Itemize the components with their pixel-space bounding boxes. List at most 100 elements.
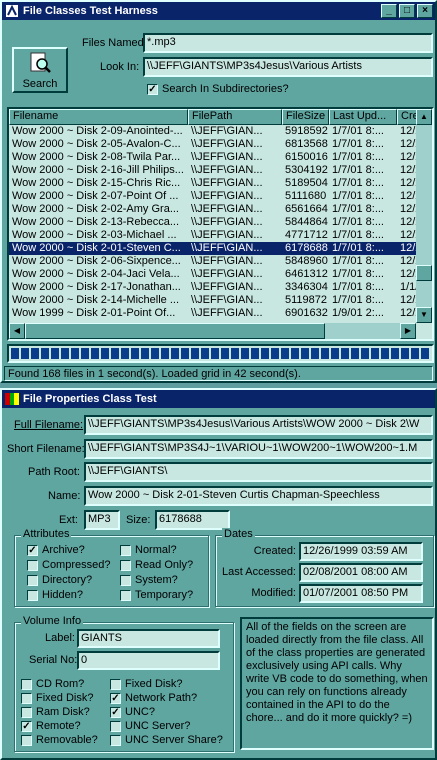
scroll-down-button[interactable]: ▼: [416, 307, 432, 323]
checkbox-box[interactable]: ✓: [110, 692, 121, 704]
file-properties-window: File Properties Class Test Full Filename…: [0, 388, 437, 760]
col-filepath[interactable]: FilePath: [188, 109, 282, 125]
table-row[interactable]: Wow 2000 ~ Disk 2-15-Chris Ric... \\JEFF\…: [9, 177, 432, 190]
checkbox-box[interactable]: ✓: [21, 720, 32, 732]
table-row[interactable]: Wow 2000 ~ Disk 2-14-Michelle ... \\JEFF\…: [9, 294, 432, 307]
checkbox-box[interactable]: ✓: [110, 706, 121, 718]
scroll-left-button[interactable]: ◀: [9, 323, 25, 339]
attr-system-checkbox[interactable]: System?: [120, 574, 178, 586]
checkbox-box[interactable]: [120, 574, 131, 586]
path-root-field[interactable]: \\JEFF\GIANTS\: [84, 462, 433, 482]
checkbox-box[interactable]: ✓: [27, 544, 38, 556]
window2-titlebar[interactable]: File Properties Class Test: [2, 390, 435, 408]
grid-header: Filename FilePath FileSize Last Upd... C…: [9, 109, 432, 125]
search-icon: [28, 51, 52, 78]
scroll-right-button[interactable]: ▶: [400, 323, 416, 339]
table-row[interactable]: Wow 2000 ~ Disk 2-04-Jaci Vela... \\JEFF\…: [9, 268, 432, 281]
cell-filesize: 5189504: [285, 177, 328, 189]
table-row[interactable]: Wow 2000 ~ Disk 2-08-Twila Par... \\JEFF\…: [9, 151, 432, 164]
full-filename-field[interactable]: \\JEFF\GIANTS\MP3s4Jesus\Various Artists…: [84, 415, 433, 435]
search-subdirs-checkbox[interactable]: ✓ Search In Subdirectories?: [147, 83, 289, 95]
vol-network-path-checkbox[interactable]: ✓ Network Path?: [110, 692, 197, 704]
created-field[interactable]: 12/26/1999 03:59 AM: [299, 542, 423, 561]
info-memo[interactable]: All of the fields on the screen are load…: [240, 617, 434, 750]
cell-last-updated: 1/7/01 8:...: [332, 164, 384, 176]
table-row[interactable]: Wow 2000 ~ Disk 2-05-Avalon-C... \\JEFF\G…: [9, 138, 432, 151]
cell-filepath: \\JEFF\GIAN...: [191, 294, 263, 306]
dates-group-label: Dates: [222, 528, 255, 540]
name-field[interactable]: Wow 2000 ~ Disk 2-01-Steven Curtis Chapm…: [84, 486, 433, 506]
volume-label-field[interactable]: GIANTS: [77, 629, 220, 648]
col-filename[interactable]: Filename: [9, 109, 188, 125]
checkbox-label: Ram Disk?: [36, 706, 90, 718]
checkbox-box[interactable]: [110, 720, 121, 732]
scroll-thumb[interactable]: [416, 265, 432, 281]
ext-field[interactable]: MP3: [84, 510, 120, 530]
checkbox-box[interactable]: [21, 692, 32, 704]
vol-remote-checkbox[interactable]: ✓ Remote?: [21, 720, 81, 732]
checkbox-box[interactable]: [120, 544, 131, 556]
col-filesize[interactable]: FileSize: [282, 109, 329, 125]
table-row[interactable]: Wow 2000 ~ Disk 2-03-Michael ... \\JEFF\G…: [9, 229, 432, 242]
vol-unc-server-checkbox[interactable]: UNC Server?: [110, 720, 190, 732]
checkbox-box[interactable]: [27, 574, 38, 586]
cell-last-updated: 1/9/01 2:...: [332, 307, 384, 319]
name-label: Name:: [48, 490, 81, 502]
scroll-up-button[interactable]: ▲: [416, 109, 432, 125]
table-row[interactable]: Wow 2000 ~ Disk 2-13-Rebecca... \\JEFF\GI…: [9, 216, 432, 229]
checkbox-box[interactable]: [27, 559, 38, 571]
table-row[interactable]: Wow 2000 ~ Disk 2-09-Anointed-... \\JEFF\…: [9, 125, 432, 138]
files-grid[interactable]: Filename FilePath FileSize Last Upd... C…: [7, 107, 434, 341]
vol-fixed-disk-checkbox[interactable]: Fixed Disk?: [21, 692, 93, 704]
checkbox-box[interactable]: [21, 678, 32, 690]
cell-last-updated: 1/7/01 8:...: [332, 229, 384, 241]
table-row[interactable]: Wow 2000 ~ Disk 2-07-Point Of ... \\JEFF\…: [9, 190, 432, 203]
grid-horizontal-scrollbar[interactable]: ◀ ▶: [9, 323, 416, 339]
checkbox-box[interactable]: [21, 706, 32, 718]
checkbox-box[interactable]: [120, 559, 131, 571]
vol-cd-rom-checkbox[interactable]: CD Rom?: [21, 678, 84, 690]
vol-unc-checkbox[interactable]: ✓ UNC?: [110, 706, 155, 718]
checkbox-box[interactable]: [21, 734, 32, 746]
table-row[interactable]: Wow 1999 ~ Disk 2-01-Point Of... \\JEFF\G…: [9, 307, 432, 320]
serial-no-field[interactable]: 0: [77, 651, 220, 670]
search-button[interactable]: Search: [12, 47, 68, 93]
attr-normal-checkbox[interactable]: Normal?: [120, 544, 177, 556]
close-button[interactable]: ×: [417, 4, 433, 18]
status-bar: Found 168 files in 1 second(s). Loaded g…: [4, 366, 433, 381]
col-last-updated[interactable]: Last Upd...: [329, 109, 397, 125]
checkbox-box[interactable]: [27, 589, 38, 601]
attr-temporary-checkbox[interactable]: Temporary?: [120, 589, 193, 601]
checkbox-box[interactable]: [110, 734, 121, 746]
vol-removable-checkbox[interactable]: Removable?: [21, 734, 98, 746]
checkbox-box[interactable]: [110, 678, 121, 690]
table-row[interactable]: Wow 2000 ~ Disk 2-01-Steven C... \\JEFF\G…: [9, 242, 432, 255]
modified-field[interactable]: 01/07/2001 08:50 PM: [299, 584, 423, 603]
table-row[interactable]: Wow 2000 ~ Disk 2-02-Amy Gra... \\JEFF\GI…: [9, 203, 432, 216]
vol-ram-disk-checkbox[interactable]: Ram Disk?: [21, 706, 90, 718]
grid-vertical-scrollbar[interactable]: ▲ ▼: [416, 109, 432, 323]
vol-unc-server-share-checkbox[interactable]: UNC Server Share?: [110, 734, 223, 746]
attr-compressed-checkbox[interactable]: Compressed?: [27, 559, 110, 571]
attr-read-only-checkbox[interactable]: Read Only?: [120, 559, 193, 571]
attr-archive-checkbox[interactable]: ✓ Archive?: [27, 544, 85, 556]
window1-titlebar[interactable]: File Classes Test Harness _ □ ×: [2, 2, 435, 20]
table-row[interactable]: Wow 2000 ~ Disk 2-06-Sixpence... \\JEFF\G…: [9, 255, 432, 268]
short-filename-field[interactable]: \\JEFF\GIANTS\MP3S4J~1\VARIOU~1\WOW200~1…: [84, 439, 433, 459]
size-field[interactable]: 6178688: [155, 510, 230, 530]
files-named-input[interactable]: *.mp3: [143, 33, 433, 53]
last-accessed-field[interactable]: 02/08/2001 08:00 AM: [299, 563, 423, 582]
cell-filesize: 5119872: [285, 294, 328, 306]
checkbox-box[interactable]: [120, 589, 131, 601]
table-row[interactable]: Wow 2000 ~ Disk 2-16-Jill Philips... \\JE…: [9, 164, 432, 177]
table-row[interactable]: Wow 2000 ~ Disk 2-17-Jonathan... \\JEFF\G…: [9, 281, 432, 294]
attr-hidden-checkbox[interactable]: Hidden?: [27, 589, 83, 601]
minimize-button[interactable]: _: [381, 4, 397, 18]
hscroll-thumb[interactable]: [25, 323, 325, 339]
search-subdirs-box[interactable]: ✓: [147, 83, 158, 95]
maximize-button[interactable]: □: [399, 4, 415, 18]
look-in-input[interactable]: \\JEFF\GIANTS\MP3s4Jesus\Various Artists: [143, 57, 433, 77]
attr-directory-checkbox[interactable]: Directory?: [27, 574, 92, 586]
vol-fixed-disk-checkbox[interactable]: Fixed Disk?: [110, 678, 182, 690]
cell-filename: Wow 2000 ~ Disk 2-03-Michael ...: [12, 229, 177, 241]
